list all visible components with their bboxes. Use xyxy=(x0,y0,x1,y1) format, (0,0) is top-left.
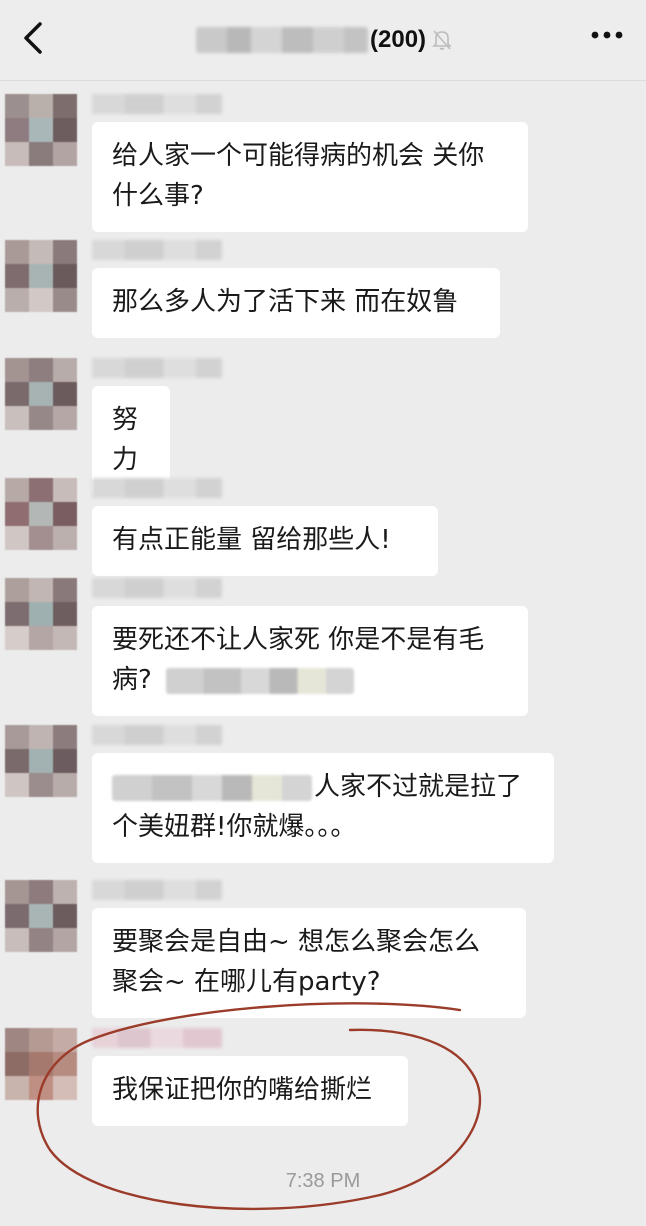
avatar[interactable] xyxy=(5,358,77,430)
message-bubble[interactable]: 要死还不让人家死 你是不是有毛 病? xyxy=(92,606,528,716)
message-text: 人家不过就是拉了 xyxy=(314,772,523,802)
sender-name-blurred xyxy=(92,725,222,745)
more-icon[interactable] xyxy=(590,30,624,40)
message-text: 努力 xyxy=(112,405,139,475)
sender-name-blurred xyxy=(92,578,222,598)
redacted-text xyxy=(165,667,354,694)
mute-icon xyxy=(432,30,452,50)
chat-title: (200) xyxy=(196,22,452,58)
sender-name-blurred xyxy=(92,478,222,498)
message-text: 个美妞群!你就爆。。。 xyxy=(112,812,357,842)
back-icon[interactable] xyxy=(18,20,48,56)
sender-name-blurred xyxy=(92,240,222,260)
message-text: 病? xyxy=(112,665,152,695)
avatar[interactable] xyxy=(5,725,77,797)
message-bubble[interactable]: 那么多人为了活下来 而在奴鲁 xyxy=(92,268,500,338)
message-list[interactable]: 给人家一个可能得病的机会 关你 什么事? 那么多人为了活下来 而在奴鲁 努力 有… xyxy=(0,80,646,1226)
sender-name-blurred xyxy=(92,358,222,378)
message-text: 聚会~ 在哪儿有party? xyxy=(112,967,381,997)
sender-name-blurred xyxy=(92,880,222,900)
avatar[interactable] xyxy=(5,880,77,952)
redacted-text xyxy=(112,774,312,801)
message-text: 要聚会是自由~ 想怎么聚会怎么 xyxy=(112,927,481,957)
member-count: (200) xyxy=(370,26,427,53)
message-text: 有点正能量 留给那些人! xyxy=(112,525,391,555)
avatar[interactable] xyxy=(5,94,77,166)
message-bubble[interactable]: 给人家一个可能得病的机会 关你 什么事? xyxy=(92,122,528,232)
message-bubble[interactable]: 有点正能量 留给那些人! xyxy=(92,506,438,576)
chat-header: (200) xyxy=(0,0,646,81)
message-bubble[interactable]: 人家不过就是拉了 个美妞群!你就爆。。。 xyxy=(92,753,554,863)
group-name-blurred xyxy=(196,27,368,53)
avatar[interactable] xyxy=(5,240,77,312)
sender-name-blurred xyxy=(92,94,222,114)
message-text: 什么事? xyxy=(112,181,204,211)
message-text: 要死还不让人家死 你是不是有毛 xyxy=(112,625,485,655)
message-text: 那么多人为了活下来 而在奴鲁 xyxy=(112,287,459,317)
message-timestamp: 7:38 PM xyxy=(285,1170,361,1192)
avatar[interactable] xyxy=(5,478,77,550)
message-text: 给人家一个可能得病的机会 关你 xyxy=(112,141,485,171)
avatar[interactable] xyxy=(5,578,77,650)
